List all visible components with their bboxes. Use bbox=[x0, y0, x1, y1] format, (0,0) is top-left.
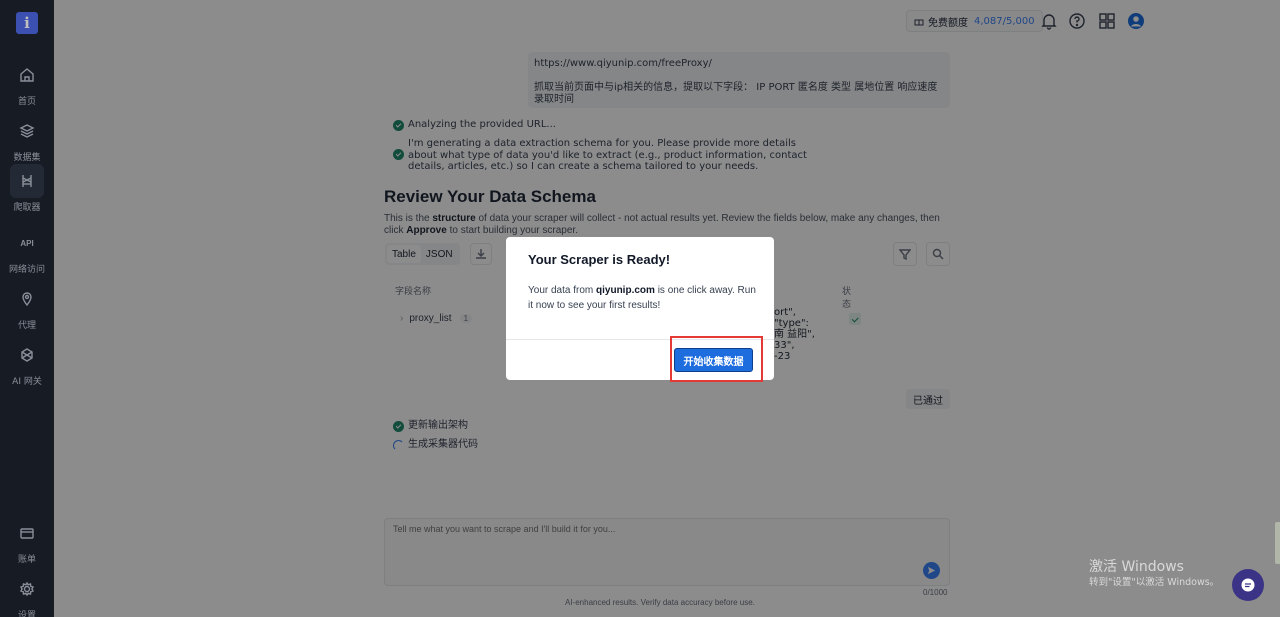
support-chat-button[interactable] bbox=[1232, 569, 1264, 601]
side-edge-tab[interactable] bbox=[1275, 522, 1280, 564]
windows-activation-subtitle: 转到"设置"以激活 Windows。 bbox=[1089, 577, 1220, 588]
chat-bubble-icon bbox=[1241, 578, 1255, 592]
modal-body: Your data from qiyunip.com is one click … bbox=[528, 285, 756, 311]
modal-backdrop-sidebar bbox=[0, 0, 54, 617]
annotation-highlight-box bbox=[670, 336, 763, 382]
windows-activation-title: 激活 Windows bbox=[1089, 559, 1184, 575]
modal-title: Your Scraper is Ready! bbox=[528, 252, 671, 267]
